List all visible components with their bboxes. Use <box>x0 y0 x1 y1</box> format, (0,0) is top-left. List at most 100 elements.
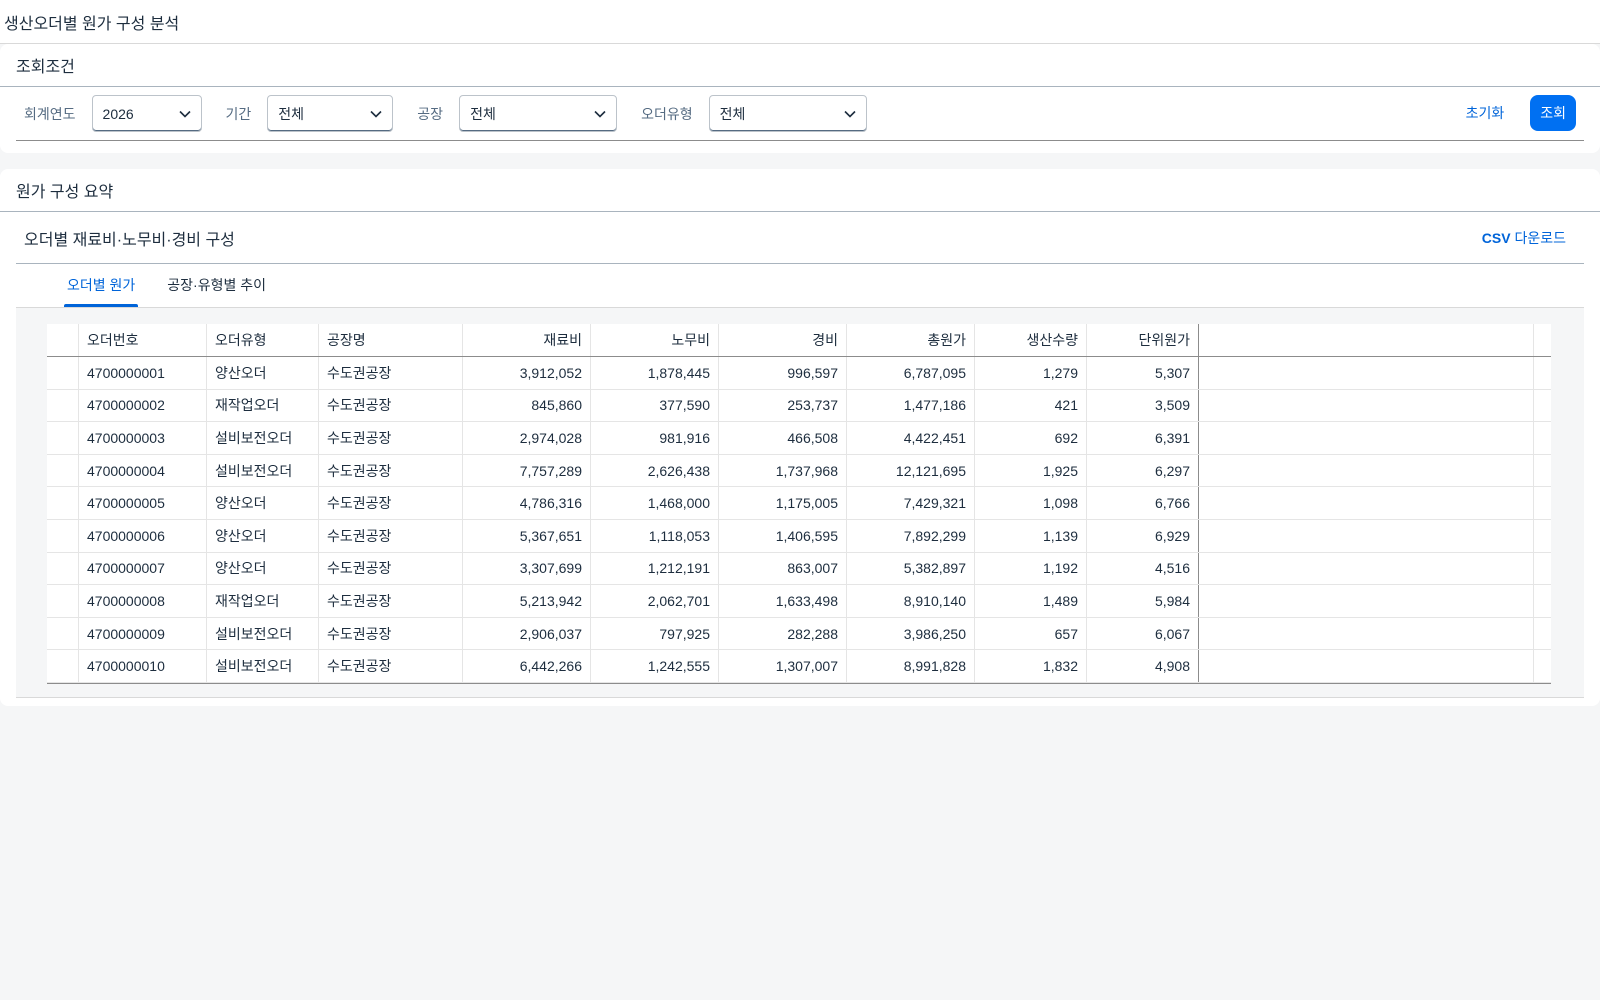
cell-expense: 466,508 <box>719 422 847 454</box>
cell-quantity: 1,489 <box>975 585 1087 617</box>
row-selector[interactable] <box>47 487 79 519</box>
cell-material: 3,912,052 <box>463 357 591 389</box>
row-selector[interactable] <box>47 552 79 585</box>
cell-labor: 2,626,438 <box>591 454 719 487</box>
cell-quantity: 692 <box>975 422 1087 454</box>
period-label: 기간 <box>225 105 252 122</box>
period-select[interactable]: 전체 <box>267 95 394 132</box>
card-toolbar: 오더별 재료비·노무비·경비 구성 CSV 다운로드 <box>16 212 1584 264</box>
col-header-unit-cost[interactable]: 단위원가 <box>1087 324 1199 356</box>
col-header-labor[interactable]: 노무비 <box>591 324 719 356</box>
filter-panel: 조회조건 회계연도 2026 기간 전체 공장 전체 오더유형 전체 초기화 조… <box>0 44 1600 153</box>
cell-labor: 1,468,000 <box>591 487 719 519</box>
cell-plant: 수도권공장 <box>319 357 463 389</box>
tab-order-cost[interactable]: 오더별 원가 <box>64 263 139 307</box>
search-button[interactable]: 조회 <box>1530 95 1576 131</box>
table-scroll-gutter <box>1534 650 1551 682</box>
table-filler <box>1199 487 1534 519</box>
col-header-plant[interactable]: 공장명 <box>319 324 463 356</box>
filter-panel-header: 조회조건 <box>0 44 1600 87</box>
cell-plant: 수도권공장 <box>319 585 463 617</box>
cell-plant: 수도권공장 <box>319 389 463 422</box>
cell-labor: 2,062,701 <box>591 585 719 617</box>
table-row[interactable]: 4700000010 설비보전오더 수도권공장 6,442,266 1,242,555 1… <box>47 650 1551 683</box>
cell-order-no: 4700000010 <box>79 650 207 682</box>
csv-download-link[interactable]: CSV 다운로드 <box>1482 228 1566 248</box>
table-filler <box>1199 585 1534 617</box>
col-header-material[interactable]: 재료비 <box>463 324 591 356</box>
table-filler <box>1199 324 1534 356</box>
row-selector[interactable] <box>47 454 79 487</box>
cell-order-type: 재작업오더 <box>207 585 319 617</box>
fiscal-year-select[interactable]: 2026 <box>91 95 202 132</box>
row-selector[interactable] <box>47 389 79 422</box>
cell-unit-cost: 6,067 <box>1087 617 1199 650</box>
table-scroll-gutter <box>1534 553 1551 585</box>
table-scroll-gutter <box>1534 487 1551 519</box>
cell-order-type: 설비보전오더 <box>207 422 319 454</box>
cell-material: 845,860 <box>463 389 591 422</box>
row-selector[interactable] <box>47 650 79 682</box>
table-filler <box>1199 454 1534 487</box>
cell-plant: 수도권공장 <box>319 650 463 682</box>
table-row[interactable]: 4700000007 양산오더 수도권공장 3,307,699 1,212,191 863… <box>47 552 1551 586</box>
table-header-row: 오더번호 오더유형 공장명 재료비 노무비 경비 총원가 생산수량 단위원가 <box>47 324 1551 357</box>
col-header-total[interactable]: 총원가 <box>847 324 975 356</box>
table-row[interactable]: 4700000006 양산오더 수도권공장 5,367,651 1,118,053 1,4… <box>47 519 1551 553</box>
cell-total: 4,422,451 <box>847 422 975 454</box>
cell-order-no: 4700000008 <box>79 585 207 617</box>
table-scroll-gutter <box>1534 455 1551 487</box>
cell-unit-cost: 5,984 <box>1087 585 1199 617</box>
table-scroll-gutter <box>1534 422 1551 454</box>
plant-value: 전체 <box>470 105 496 122</box>
order-type-select[interactable]: 전체 <box>708 95 867 132</box>
cell-material: 4,786,316 <box>463 487 591 519</box>
row-selector[interactable] <box>47 422 79 454</box>
cell-quantity: 1,925 <box>975 454 1087 487</box>
col-header-expense[interactable]: 경비 <box>719 324 847 356</box>
col-header-order-type[interactable]: 오더유형 <box>207 324 319 356</box>
table-row[interactable]: 4700000003 설비보전오더 수도권공장 2,974,028 981,916 466… <box>47 422 1551 455</box>
cell-material: 7,757,289 <box>463 454 591 487</box>
table-row[interactable]: 4700000005 양산오더 수도권공장 4,786,316 1,468,000 1,1… <box>47 487 1551 520</box>
cell-quantity: 1,098 <box>975 487 1087 519</box>
cell-unit-cost: 5,307 <box>1087 357 1199 389</box>
cell-total: 8,991,828 <box>847 650 975 682</box>
table-row[interactable]: 4700000001 양산오더 수도권공장 3,912,052 1,878,445 996… <box>47 357 1551 390</box>
table-row[interactable]: 4700000009 설비보전오더 수도권공장 2,906,037 797,925 282… <box>47 617 1551 651</box>
table-filler <box>1199 552 1534 585</box>
cell-order-no: 4700000004 <box>79 454 207 487</box>
row-selector[interactable] <box>47 617 79 650</box>
cell-order-type: 설비보전오더 <box>207 617 319 650</box>
reset-button[interactable]: 초기화 <box>1466 103 1505 123</box>
chevron-down-icon <box>594 108 606 120</box>
table-row[interactable]: 4700000008 재작업오더 수도권공장 5,213,942 2,062,701 1,… <box>47 585 1551 618</box>
row-selector[interactable] <box>47 585 79 617</box>
fiscal-year-label: 회계연도 <box>24 105 76 122</box>
app-title: 생산오더별 원가 구성 분석 <box>4 15 180 33</box>
cell-plant: 수도권공장 <box>319 519 463 552</box>
row-selector[interactable] <box>47 357 79 389</box>
table-row[interactable]: 4700000002 재작업오더 수도권공장 845,860 377,590 253,73… <box>47 389 1551 423</box>
tab-plant-type-trend[interactable]: 공장·유형별 추이 <box>164 263 269 307</box>
row-selector[interactable] <box>47 519 79 552</box>
cell-order-no: 4700000003 <box>79 422 207 454</box>
cell-labor: 1,212,191 <box>591 552 719 585</box>
cell-order-no: 4700000001 <box>79 357 207 389</box>
table-row[interactable]: 4700000004 설비보전오더 수도권공장 7,757,289 2,626,438 1… <box>47 454 1551 488</box>
cell-total: 1,477,186 <box>847 389 975 422</box>
cell-expense: 253,737 <box>719 389 847 422</box>
cell-unit-cost: 6,929 <box>1087 519 1199 552</box>
plant-select[interactable]: 전체 <box>459 95 618 132</box>
cell-plant: 수도권공장 <box>319 487 463 519</box>
summary-panel: 원가 구성 요약 오더별 재료비·노무비·경비 구성 CSV 다운로드 오더별 … <box>0 169 1600 706</box>
cell-order-no: 4700000005 <box>79 487 207 519</box>
table-filler <box>1199 422 1534 454</box>
cell-total: 6,787,095 <box>847 357 975 389</box>
cell-expense: 1,737,968 <box>719 454 847 487</box>
cell-order-type: 재작업오더 <box>207 389 319 422</box>
cell-total: 5,382,897 <box>847 552 975 585</box>
col-header-order-no[interactable]: 오더번호 <box>79 324 207 356</box>
cell-quantity: 1,279 <box>975 357 1087 389</box>
col-header-quantity[interactable]: 생산수량 <box>975 324 1087 356</box>
